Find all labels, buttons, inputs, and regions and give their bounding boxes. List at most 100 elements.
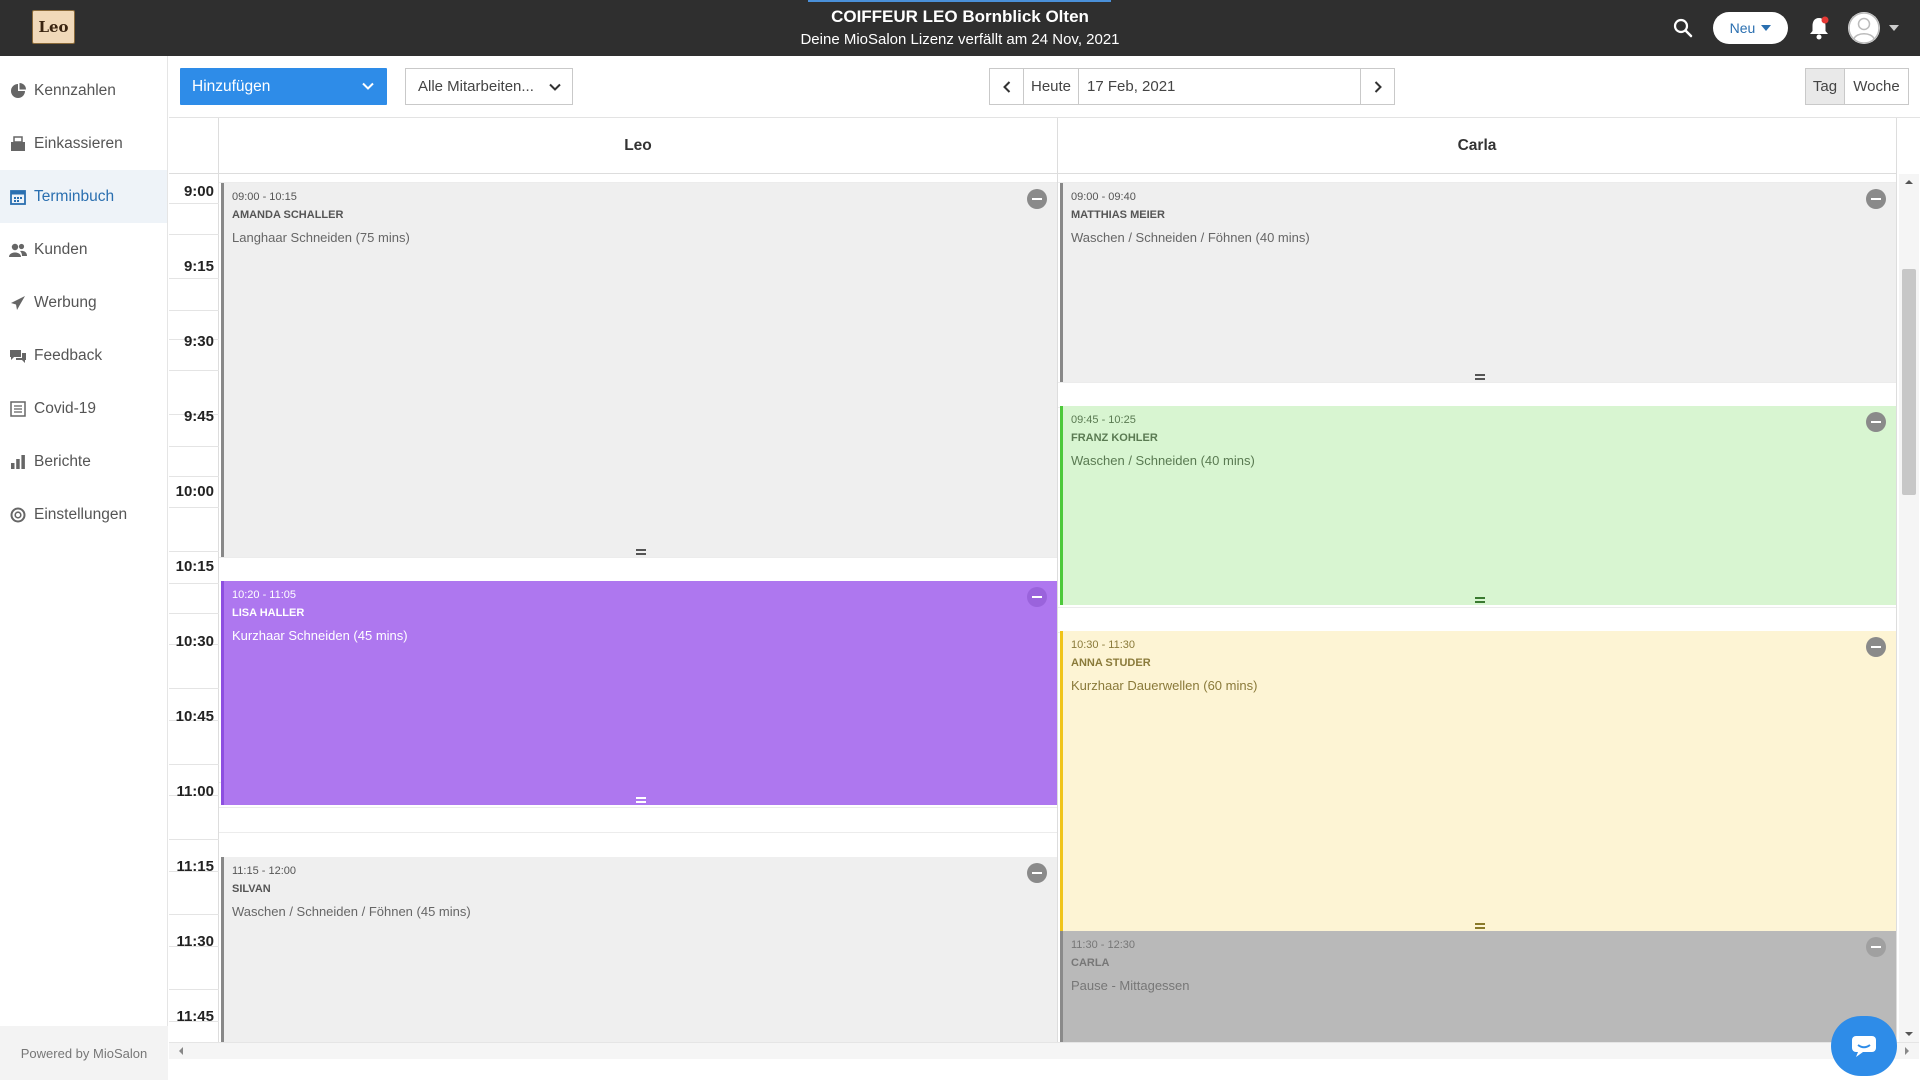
- remove-appointment-icon[interactable]: [1866, 637, 1886, 657]
- appointment-card[interactable]: 09:00 - 10:15 AMANDA SCHALLER Langhaar S…: [221, 183, 1057, 557]
- sidebar-item-label: Einstellungen: [34, 505, 128, 523]
- sidebar-item-einkassieren[interactable]: Einkassieren: [0, 117, 167, 170]
- remove-appointment-icon[interactable]: [1027, 587, 1047, 607]
- chat-widget-button[interactable]: [1831, 1016, 1897, 1076]
- new-button[interactable]: Neu: [1713, 12, 1788, 44]
- sidebar-item-kennzahlen[interactable]: Kennzahlen: [0, 64, 167, 117]
- sidebar-item-terminbuch[interactable]: Terminbuch: [0, 170, 167, 223]
- horizontal-scrollbar[interactable]: [169, 1042, 1919, 1059]
- time-label: 11:45: [176, 1008, 214, 1025]
- appointment-client: AMANDA SCHALLER: [232, 209, 344, 221]
- notification-bell-icon[interactable]: [1806, 14, 1832, 42]
- sidebar-item-covid-19[interactable]: Covid-19: [0, 382, 167, 435]
- sidebar-item-label: Covid-19: [34, 399, 97, 417]
- staff-filter-select[interactable]: Alle Mitarbeiten...: [405, 68, 573, 105]
- appointment-service: Kurzhaar Dauerwellen (60 mins): [1071, 678, 1258, 693]
- staff-column-header-carla[interactable]: Carla: [1058, 118, 1897, 174]
- time-column: 9:00 9:15 9:30 9:45 10:00 10:15 10:30 10…: [169, 174, 219, 1042]
- view-day-button[interactable]: Tag: [1806, 69, 1845, 104]
- sidebar: Kennzahlen Einkassieren Terminbuch Kunde…: [0, 56, 168, 1080]
- appointment-client: CARLA: [1071, 957, 1110, 969]
- date-navigator: Heute 17 Feb, 2021: [989, 68, 1395, 105]
- avatar-caret-down-icon[interactable]: [1889, 25, 1899, 31]
- prev-day-button[interactable]: [990, 69, 1023, 104]
- staff-column-header-leo[interactable]: Leo: [219, 118, 1058, 174]
- sidebar-item-label: Berichte: [34, 452, 91, 470]
- resize-handle-icon[interactable]: [635, 549, 646, 555]
- staff-column-carla[interactable]: 09:00 - 09:40 MATTHIAS MEIER Waschen / S…: [1058, 174, 1897, 1042]
- calendar-toolbar: Hinzufügen Alle Mitarbeiten... Heute 17 …: [169, 56, 1920, 118]
- appointment-client: MATTHIAS MEIER: [1071, 209, 1165, 221]
- staff-column-leo[interactable]: 09:00 - 10:15 AMANDA SCHALLER Langhaar S…: [219, 174, 1058, 1042]
- appointment-card[interactable]: 11:15 - 12:00 SILVAN Waschen / Schneiden…: [221, 857, 1057, 1042]
- appointment-client: FRANZ KOHLER: [1071, 432, 1158, 444]
- appointment-card[interactable]: 09:00 - 09:40 MATTHIAS MEIER Waschen / S…: [1060, 183, 1896, 382]
- sidebar-item-feedback[interactable]: Feedback: [0, 329, 167, 382]
- comments-icon: [9, 347, 27, 365]
- top-bar: Leo COIFFEUR LEO Bornblick Olten Deine M…: [0, 0, 1920, 56]
- chevron-right-icon: [1374, 80, 1382, 93]
- lifebuoy-icon: [9, 506, 27, 524]
- bar-chart-icon: [9, 453, 27, 471]
- remove-appointment-icon[interactable]: [1866, 412, 1886, 432]
- calendar-icon: [9, 188, 27, 206]
- salon-name: COIFFEUR LEO Bornblick Olten: [831, 7, 1089, 26]
- search-icon[interactable]: [1670, 15, 1696, 41]
- appointment-card[interactable]: 09:45 - 10:25 FRANZ KOHLER Waschen / Sch…: [1060, 406, 1896, 605]
- new-button-label: Neu: [1729, 20, 1756, 36]
- appointment-card[interactable]: 11:30 - 12:30 CARLA Pause - Mittagessen: [1060, 931, 1896, 1042]
- appointment-client: ANNA STUDER: [1071, 657, 1151, 669]
- resize-handle-icon[interactable]: [1474, 374, 1485, 380]
- appointment-time: 09:45 - 10:25: [1071, 414, 1136, 426]
- remove-appointment-icon[interactable]: [1027, 189, 1047, 209]
- resize-handle-icon[interactable]: [635, 797, 646, 803]
- sidebar-item-kunden[interactable]: Kunden: [0, 223, 167, 276]
- sidebar-item-label: Werbung: [34, 293, 97, 311]
- scroll-down-icon[interactable]: [1899, 1028, 1919, 1040]
- sidebar-item-berichte[interactable]: Berichte: [0, 435, 167, 488]
- sidebar-item-einstellungen[interactable]: Einstellungen: [0, 488, 167, 541]
- time-label: 11:30: [176, 933, 214, 950]
- remove-appointment-icon[interactable]: [1866, 189, 1886, 209]
- appointment-time: 09:00 - 09:40: [1071, 191, 1136, 203]
- sidebar-item-label: Terminbuch: [34, 187, 115, 205]
- add-button-label: Hinzufügen: [192, 77, 271, 95]
- appointment-time: 10:20 - 11:05: [232, 589, 297, 601]
- sidebar-item-label: Einkassieren: [34, 134, 123, 152]
- scroll-up-icon[interactable]: [1899, 176, 1919, 188]
- chevron-down-icon: [548, 80, 562, 98]
- today-button[interactable]: Heute: [1023, 69, 1079, 104]
- scroll-right-icon[interactable]: [1901, 1043, 1913, 1059]
- appointment-service: Kurzhaar Schneiden (45 mins): [232, 628, 408, 643]
- pie-chart-icon: [9, 82, 27, 100]
- sidebar-item-werbung[interactable]: Werbung: [0, 276, 167, 329]
- user-avatar[interactable]: [1848, 12, 1880, 44]
- appointment-card[interactable]: 10:20 - 11:05 LISA HALLER Kurzhaar Schne…: [221, 581, 1057, 805]
- view-week-button[interactable]: Woche: [1845, 69, 1908, 104]
- resize-handle-icon[interactable]: [1474, 597, 1485, 603]
- vertical-scrollbar[interactable]: [1899, 174, 1919, 1042]
- remove-appointment-icon[interactable]: [1866, 937, 1886, 957]
- time-label: 9:30: [183, 333, 214, 350]
- date-field[interactable]: 17 Feb, 2021: [1079, 69, 1361, 104]
- appointment-card[interactable]: 10:30 - 11:30 ANNA STUDER Kurzhaar Dauer…: [1060, 631, 1896, 931]
- appointment-time: 09:00 - 10:15: [232, 191, 297, 203]
- list-icon: [9, 400, 27, 418]
- add-button[interactable]: Hinzufügen: [180, 68, 387, 105]
- appointment-time: 10:30 - 11:30: [1071, 639, 1136, 651]
- appointment-service: Langhaar Schneiden (75 mins): [232, 230, 410, 245]
- chevron-down-icon: [361, 79, 375, 98]
- scroll-left-icon[interactable]: [175, 1043, 187, 1059]
- time-column-header: [169, 118, 219, 174]
- time-label: 10:45: [175, 708, 214, 725]
- sidebar-item-label: Kennzahlen: [34, 81, 116, 99]
- appointment-client: LISA HALLER: [232, 607, 305, 619]
- sidebar-item-label: Kunden: [34, 240, 88, 258]
- time-label: 10:00: [175, 483, 214, 500]
- remove-appointment-icon[interactable]: [1027, 863, 1047, 883]
- resize-handle-icon[interactable]: [1474, 923, 1485, 929]
- time-label: 10:30: [175, 633, 214, 650]
- next-day-button[interactable]: [1361, 69, 1394, 104]
- appointment-service: Pause - Mittagessen: [1071, 978, 1190, 993]
- scrollbar-thumb[interactable]: [1902, 269, 1916, 495]
